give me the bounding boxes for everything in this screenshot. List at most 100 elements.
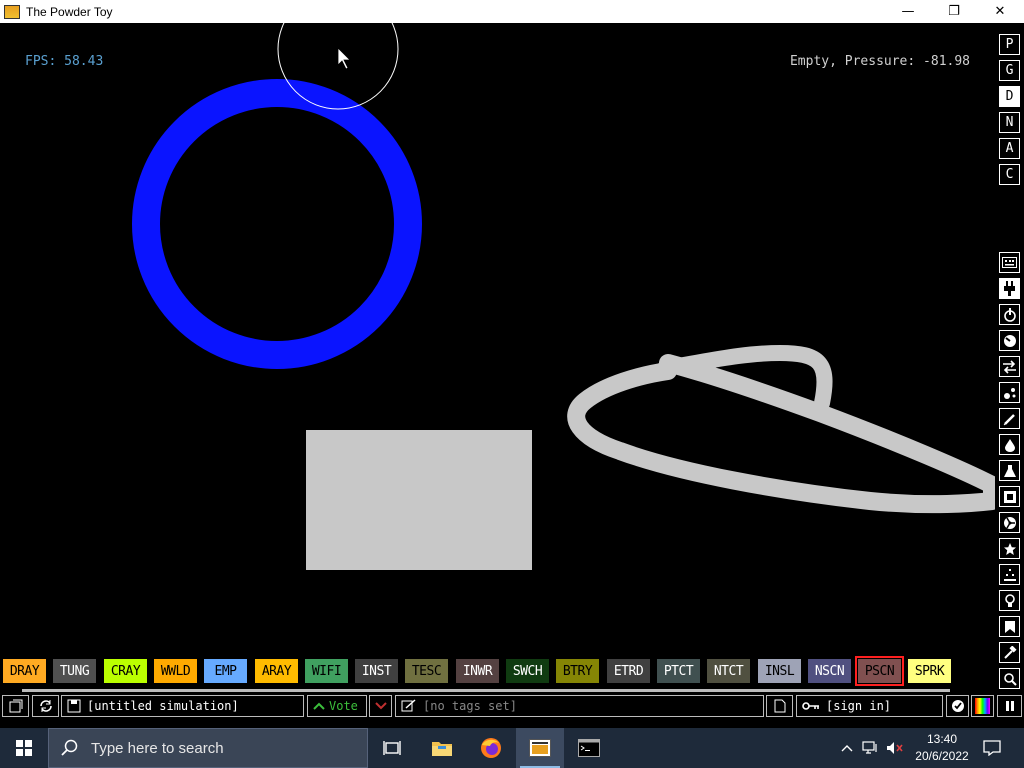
taskbar-search-box[interactable]: Type here to search [48,728,368,768]
search-elements-button[interactable] [999,668,1020,689]
element-button-aray[interactable]: ARAY [255,659,298,683]
notifications-button[interactable] [978,728,1006,768]
sign-in-button[interactable]: [sign in] [796,695,943,717]
search-icon [61,739,78,756]
tags-button[interactable]: [no tags set] [395,695,764,717]
gauge-icon [1003,334,1016,347]
category-decoration-button[interactable] [999,642,1020,663]
letter-n-label: N [1005,115,1014,130]
right-tool-panel: P G D N A C [995,23,1024,689]
category-favorites-button[interactable] [999,538,1020,559]
element-bar: DRAY TUNG CRAY WWLD EMP ARAY WIFI INST TESC INWR S… [0,656,995,686]
powder-toy-window: The Powder Toy — ❐ ✕ FPS: 58.43 Empty, P… [0,0,1024,728]
reload-button[interactable] [32,695,59,717]
simulation-canvas[interactable]: FPS: 58.43 Empty, Pressure: -81.98 [0,23,995,655]
element-button-nscn[interactable]: NSCN [808,659,851,683]
powder-toy-taskbar-button[interactable] [516,728,564,768]
element-button-tung[interactable]: TUNG [53,659,96,683]
category-radioactive-button[interactable] [999,460,1020,481]
category-tools-button[interactable] [999,590,1020,611]
category-powders-button[interactable] [999,434,1020,455]
letter-g-label: G [1005,63,1014,78]
element-button-btry[interactable]: BTRY [556,659,599,683]
file-explorer-button[interactable] [418,728,466,768]
element-button-dray[interactable]: DRAY [3,659,46,683]
element-button-inwr[interactable]: INWR [456,659,499,683]
minimize-icon: — [901,4,915,19]
rainbow-icon [975,698,990,714]
flask-icon [1003,464,1016,477]
category-solids-button[interactable] [999,408,1020,429]
minimize-button[interactable]: — [885,0,931,23]
restore-icon: ❐ [948,4,960,19]
element-button-swch[interactable]: SWCH [506,659,549,683]
open-save-button[interactable] [2,695,29,717]
category-nuclear-button[interactable] [999,512,1020,533]
element-scrollbar[interactable] [22,689,950,692]
element-button-emp[interactable]: EMP [204,659,247,683]
category-sensors-button[interactable] [999,616,1020,637]
maximize-button[interactable]: ❐ [931,0,977,23]
volume-button[interactable] [884,728,906,768]
powder-stroke-loop [567,354,995,514]
element-button-wwld[interactable]: WWLD [154,659,197,683]
element-button-insl[interactable]: INSL [758,659,801,683]
element-button-cray[interactable]: CRAY [104,659,147,683]
category-powered-button[interactable] [999,278,1020,299]
tags-label: [no tags set] [423,699,517,713]
terminal-button[interactable] [565,728,613,768]
notification-icon [983,740,1001,756]
toggle-decorations-button[interactable]: D [999,86,1020,107]
category-electronics-button[interactable] [999,252,1020,273]
power-icon [1003,307,1016,322]
category-gases-button[interactable] [999,356,1020,377]
network-button[interactable] [860,728,882,768]
letter-p-label: P [1005,37,1014,52]
start-button[interactable] [0,728,48,768]
element-button-etrd[interactable]: ETRD [607,659,650,683]
category-explosives-button[interactable] [999,330,1020,351]
new-simulation-button[interactable] [766,695,793,717]
element-button-ptct[interactable]: PTCT [657,659,700,683]
close-button[interactable]: ✕ [977,0,1023,23]
windows-logo-icon [16,740,32,756]
vote-down-button[interactable] [369,695,392,717]
window-title: The Powder Toy [26,4,113,19]
pressure-readout: Empty, Pressure: -81.98 [789,54,970,69]
element-button-tesc[interactable]: TESC [405,659,448,683]
save-simulation-button[interactable]: [untitled simulation] [61,695,304,717]
letter-c-label: C [1005,167,1014,182]
show-hidden-icons-button[interactable] [838,728,856,768]
check-circle-icon [951,700,964,712]
toggle-gravity-button[interactable]: G [999,60,1020,81]
pause-button[interactable] [997,695,1022,717]
toggle-newtonian-button[interactable]: N [999,112,1020,133]
task-view-icon [383,741,401,755]
element-button-wifi[interactable]: WIFI [305,659,348,683]
display-mode-button[interactable] [971,695,994,717]
task-view-button[interactable] [368,728,416,768]
console-button[interactable]: C [999,164,1020,185]
vote-up-button[interactable]: Vote [307,695,367,717]
toggle-pause-on-pressure-button[interactable]: P [999,34,1020,55]
simulation-options-button[interactable] [946,695,969,717]
element-button-inst[interactable]: INST [355,659,398,683]
pause-icon [1005,701,1014,711]
category-life-button[interactable] [999,564,1020,585]
letter-a-label: A [1005,141,1014,156]
element-button-pscn[interactable]: PSCN [855,656,904,686]
firefox-button[interactable] [467,728,515,768]
element-button-ntct[interactable]: NTCT [707,659,750,683]
category-special-button[interactable] [999,486,1020,507]
powder-toy-app-icon [4,4,20,19]
category-force-button[interactable] [999,304,1020,325]
vote-label: Vote [329,699,358,713]
volume-muted-icon [887,742,903,754]
dots-icon [1003,568,1016,581]
title-bar: The Powder Toy — ❐ ✕ [0,0,1024,23]
taskbar-clock[interactable]: 13:40 20/6/2022 [908,731,976,765]
element-button-sprk[interactable]: SPRK [908,659,951,683]
powder-rectangle [306,430,532,570]
toggle-ambient-heat-button[interactable]: A [999,138,1020,159]
category-liquids-button[interactable] [999,382,1020,403]
